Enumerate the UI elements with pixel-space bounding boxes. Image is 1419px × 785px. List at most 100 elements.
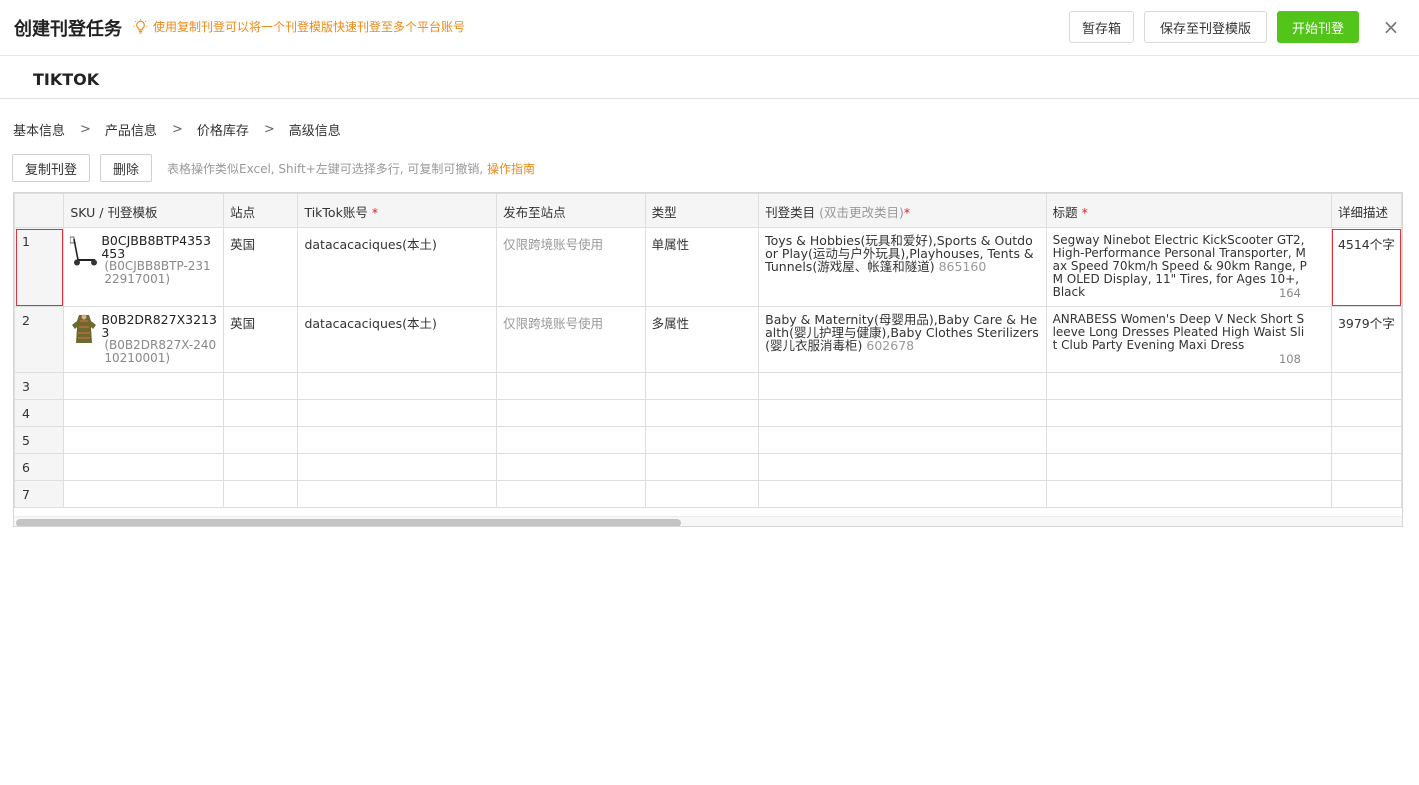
account-cell[interactable]: datacacaciques(本土) — [297, 306, 498, 373]
table-tip-text: 表格操作类似Excel, Shift+左键可选择多行, 可复制可撤销, — [167, 162, 484, 176]
empty-cell[interactable] — [223, 399, 299, 427]
empty-cell[interactable] — [63, 426, 225, 454]
table-row[interactable]: 2 B0B2DR827X32133 (B0B2DR827X-2401021000… — [14, 306, 1402, 373]
type-cell[interactable]: 多属性 — [644, 306, 760, 373]
empty-cell[interactable] — [297, 480, 498, 508]
empty-cell[interactable] — [223, 372, 299, 400]
listing-grid: SKU / 刊登模板 站点 TikTok账号 * 发布至站点 类型 刊登类目 (… — [13, 192, 1403, 527]
empty-cell[interactable] — [644, 399, 760, 427]
step-product-info[interactable]: 产品信息 — [105, 120, 157, 139]
table-row[interactable]: 1 B0CJBB8BTP4353453 (B0CJBB8BTP-23122917… — [14, 227, 1402, 307]
table-row-empty[interactable]: 6 — [14, 453, 1402, 481]
step-advanced-info[interactable]: 高级信息 — [289, 120, 341, 139]
empty-cell[interactable] — [1330, 399, 1402, 427]
row-number[interactable]: 7 — [14, 480, 65, 508]
category-cell[interactable]: Toys & Hobbies(玩具和爱好),Sports & Outdoor P… — [758, 227, 1047, 307]
step-separator: > — [263, 122, 275, 137]
step-separator: > — [171, 122, 183, 137]
empty-cell[interactable] — [297, 372, 498, 400]
empty-cell[interactable] — [496, 480, 646, 508]
step-price-stock[interactable]: 价格库存 — [197, 120, 249, 139]
empty-cell[interactable] — [1045, 480, 1332, 508]
empty-cell[interactable] — [496, 372, 646, 400]
empty-cell[interactable] — [758, 480, 1047, 508]
header-site: 站点 — [223, 193, 299, 228]
empty-cell[interactable] — [1330, 480, 1402, 508]
empty-cell[interactable] — [496, 399, 646, 427]
publish-site-cell[interactable]: 仅限跨境账号使用 — [496, 306, 646, 373]
empty-cell[interactable] — [644, 426, 760, 454]
empty-cell[interactable] — [496, 426, 646, 454]
table-row-empty[interactable]: 7 — [14, 480, 1402, 508]
empty-cell[interactable] — [63, 399, 225, 427]
delete-button[interactable]: 删除 — [100, 154, 152, 182]
title-cell[interactable]: ANRABESS Women's Deep V Neck Short Sleev… — [1045, 306, 1332, 373]
sku-cell[interactable]: B0B2DR827X32133 (B0B2DR827X-24010210001) — [63, 306, 225, 373]
category-id: 602678 — [866, 338, 915, 353]
empty-cell[interactable] — [758, 426, 1047, 454]
step-basic-info[interactable]: 基本信息 — [13, 120, 65, 139]
empty-cell[interactable] — [758, 372, 1047, 400]
copy-listing-button[interactable]: 复制刊登 — [12, 154, 90, 182]
empty-cell[interactable] — [1045, 453, 1332, 481]
required-mark: * — [371, 205, 379, 220]
row-number[interactable]: 3 — [14, 372, 65, 400]
sku-cell[interactable]: B0CJBB8BTP4353453 (B0CJBB8BTP-2312291700… — [63, 227, 225, 307]
draft-box-button[interactable]: 暂存箱 — [1069, 11, 1134, 43]
empty-cell[interactable] — [63, 480, 225, 508]
save-to-template-button[interactable]: 保存至刊登模版 — [1144, 11, 1267, 43]
required-mark: * — [903, 205, 911, 220]
page-title: 创建刊登任务 — [14, 19, 122, 40]
close-icon[interactable]: × — [1382, 16, 1400, 38]
header-account-label: TikTok账号 — [304, 205, 368, 220]
type-cell[interactable]: 单属性 — [644, 227, 760, 307]
empty-cell[interactable] — [1045, 372, 1332, 400]
description-cell[interactable]: 3979个字 — [1330, 306, 1402, 373]
site-cell[interactable]: 英国 — [223, 306, 299, 373]
hint-text: 使用复制刊登可以将一个刊登模版快速刊登至多个平台账号 — [153, 20, 466, 34]
horizontal-scrollbar[interactable] — [14, 516, 1402, 526]
publish-site-cell[interactable]: 仅限跨境账号使用 — [496, 227, 646, 307]
scrollbar-thumb[interactable] — [16, 519, 681, 526]
row-number[interactable]: 5 — [14, 426, 65, 454]
empty-cell[interactable] — [1330, 453, 1402, 481]
table-row-empty[interactable]: 3 — [14, 372, 1402, 400]
empty-cell[interactable] — [223, 453, 299, 481]
empty-cell[interactable] — [63, 372, 225, 400]
table-tip: 表格操作类似Excel, Shift+左键可选择多行, 可复制可撤销, 操作指南 — [167, 160, 535, 177]
table-row-empty[interactable]: 4 — [14, 399, 1402, 427]
empty-cell[interactable] — [297, 399, 498, 427]
start-listing-button[interactable]: 开始刊登 — [1277, 11, 1359, 43]
empty-cell[interactable] — [644, 372, 760, 400]
operation-guide-link[interactable]: 操作指南 — [487, 162, 535, 176]
row-number[interactable]: 6 — [14, 453, 65, 481]
table-header-row: SKU / 刊登模板 站点 TikTok账号 * 发布至站点 类型 刊登类目 (… — [14, 193, 1402, 228]
empty-cell[interactable] — [223, 426, 299, 454]
empty-cell[interactable] — [758, 453, 1047, 481]
row-number[interactable]: 2 — [14, 306, 65, 373]
category-cell[interactable]: Baby & Maternity(母婴用品),Baby Care & Healt… — [758, 306, 1047, 373]
empty-cell[interactable] — [1045, 399, 1332, 427]
account-cell[interactable]: datacacaciques(本土) — [297, 227, 498, 307]
title-cell[interactable]: Segway Ninebot Electric KickScooter GT2,… — [1045, 227, 1332, 307]
description-cell[interactable]: 4514个字 — [1330, 227, 1402, 307]
empty-cell[interactable] — [223, 480, 299, 508]
empty-cell[interactable] — [63, 453, 225, 481]
tab-tiktok[interactable]: TIKTOK — [33, 70, 99, 89]
empty-cell[interactable] — [1330, 372, 1402, 400]
site-cell[interactable]: 英国 — [223, 227, 299, 307]
empty-cell[interactable] — [496, 453, 646, 481]
empty-cell[interactable] — [1330, 426, 1402, 454]
empty-cell[interactable] — [644, 453, 760, 481]
empty-cell[interactable] — [297, 453, 498, 481]
empty-cell[interactable] — [1045, 426, 1332, 454]
empty-cell[interactable] — [758, 399, 1047, 427]
copy-listing-hint: 使用复制刊登可以将一个刊登模版快速刊登至多个平台账号 — [133, 18, 465, 35]
empty-cell[interactable] — [644, 480, 760, 508]
row-number[interactable]: 4 — [14, 399, 65, 427]
empty-cell[interactable] — [297, 426, 498, 454]
title-text: ANRABESS Women's Deep V Neck Short Sleev… — [1052, 312, 1305, 352]
row-number[interactable]: 1 — [14, 227, 65, 307]
table-row-empty[interactable]: 5 — [14, 426, 1402, 454]
scooter-thumbnail-icon — [70, 236, 98, 266]
